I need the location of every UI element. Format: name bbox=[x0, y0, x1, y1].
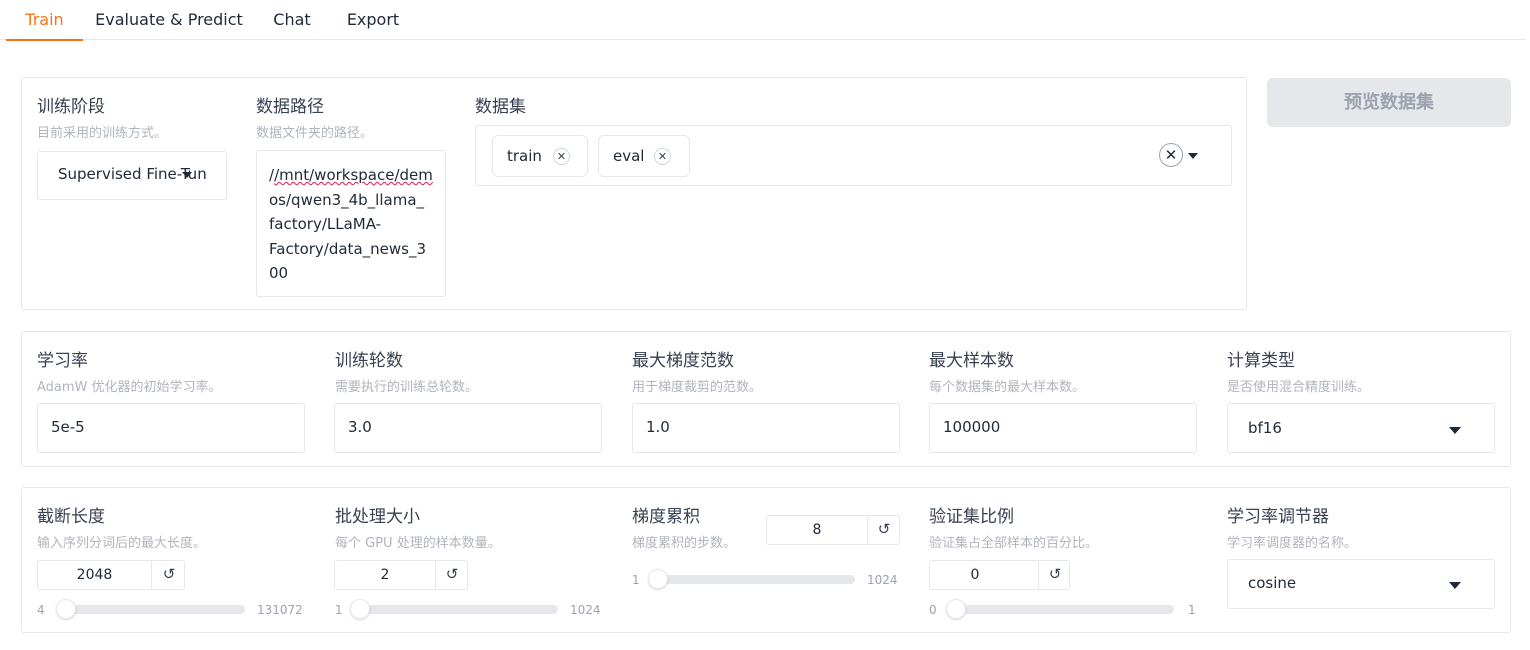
learning-rate-value: 5e-5 bbox=[51, 418, 85, 436]
tab-train[interactable]: Train bbox=[6, 0, 83, 41]
close-icon[interactable]: ✕ bbox=[553, 148, 570, 165]
val-size-min: 0 bbox=[929, 603, 937, 617]
training-params-panel: 学习率 AdamW 优化器的初始学习率。 5e-5 训练轮数 需要执行的训练总轮… bbox=[21, 331, 1511, 467]
cutoff-len-min: 4 bbox=[37, 603, 45, 617]
reset-icon[interactable]: ↺ bbox=[154, 565, 184, 583]
chevron-down-icon bbox=[1449, 427, 1461, 434]
cutoff-len-slider[interactable] bbox=[55, 599, 245, 619]
data-path-label: 数据路径 bbox=[256, 97, 324, 117]
epochs-input[interactable]: 3.0 bbox=[334, 403, 602, 453]
data-path-value: //mnt/workspace/dem os/qwen3_4b_llama_ f… bbox=[269, 163, 437, 286]
lr-scheduler-select[interactable]: cosine bbox=[1227, 559, 1495, 609]
lr-scheduler-label: 学习率调节器 bbox=[1227, 507, 1329, 527]
data-path-line-1: os/qwen3_4b_llama_ bbox=[269, 190, 425, 209]
tab-chat[interactable]: Chat bbox=[262, 0, 322, 40]
grad-accum-min: 1 bbox=[632, 573, 640, 587]
grad-accum-max: 1024 bbox=[867, 573, 898, 587]
tab-evaluate-predict[interactable]: Evaluate & Predict bbox=[92, 0, 246, 40]
max-samples-label: 最大样本数 bbox=[929, 351, 1014, 371]
compute-type-value: bf16 bbox=[1248, 419, 1282, 437]
lr-scheduler-info: 学习率调度器的名称。 bbox=[1227, 536, 1358, 551]
clear-all-icon[interactable]: ✕ bbox=[1159, 143, 1183, 167]
val-size-value: 0 bbox=[970, 567, 980, 583]
batch-size-slider[interactable] bbox=[350, 599, 558, 619]
divider bbox=[435, 561, 436, 589]
cutoff-len-info: 输入序列分词后的最大长度。 bbox=[37, 536, 207, 551]
dataset-chip-eval: eval ✕ bbox=[598, 135, 690, 177]
dataset-multiselect[interactable]: train ✕ eval ✕ ✕ bbox=[475, 125, 1232, 186]
epochs-info: 需要执行的训练总轮数。 bbox=[335, 380, 479, 395]
grad-accum-slider[interactable] bbox=[648, 569, 855, 589]
lr-scheduler-value: cosine bbox=[1248, 574, 1297, 592]
chevron-down-icon bbox=[1449, 582, 1461, 589]
cutoff-len-number[interactable]: 2048 ↺ bbox=[37, 560, 185, 590]
val-size-info: 验证集占全部样本的百分比。 bbox=[929, 536, 1099, 551]
batch-size-max: 1024 bbox=[570, 603, 601, 617]
batch-size-value: 2 bbox=[380, 567, 390, 583]
epochs-value: 3.0 bbox=[348, 418, 372, 436]
divider bbox=[151, 561, 152, 589]
tab-bar: Train Evaluate & Predict Chat Export bbox=[0, 0, 1526, 41]
data-path-line-4: 00 bbox=[269, 264, 289, 282]
grad-accum-slider-knob[interactable] bbox=[648, 569, 668, 589]
max-samples-info: 每个数据集的最大样本数。 bbox=[929, 380, 1086, 395]
max-grad-norm-info: 用于梯度裁剪的范数。 bbox=[632, 380, 763, 395]
reset-icon[interactable]: ↺ bbox=[437, 565, 467, 583]
compute-type-select[interactable]: bf16 bbox=[1227, 403, 1495, 453]
max-grad-norm-input[interactable]: 1.0 bbox=[632, 403, 900, 453]
reset-icon[interactable]: ↺ bbox=[869, 520, 899, 538]
dataset-chip-train: train ✕ bbox=[492, 135, 588, 177]
reset-icon[interactable]: ↺ bbox=[1040, 565, 1070, 583]
learning-rate-info: AdamW 优化器的初始学习率。 bbox=[37, 380, 222, 395]
data-path-line-3: Factory/data_news_3 bbox=[269, 239, 426, 258]
val-size-slider-knob[interactable] bbox=[946, 599, 966, 619]
batch-size-slider-knob[interactable] bbox=[350, 599, 370, 619]
chevron-down-icon[interactable] bbox=[1188, 153, 1198, 159]
max-samples-value: 100000 bbox=[943, 418, 1001, 436]
val-size-max: 1 bbox=[1188, 603, 1196, 617]
data-config-panel: 训练阶段 目前采用的训练方式。 Supervised Fine-Tuning 数… bbox=[21, 77, 1247, 310]
cutoff-len-label: 截断长度 bbox=[37, 507, 105, 527]
close-icon[interactable]: ✕ bbox=[654, 148, 671, 165]
val-size-slider[interactable] bbox=[946, 599, 1174, 619]
batch-params-panel: 截断长度 输入序列分词后的最大长度。 2048 ↺ 4 131072 批处理大小… bbox=[21, 487, 1511, 633]
batch-size-label: 批处理大小 bbox=[335, 507, 420, 527]
batch-size-min: 1 bbox=[335, 603, 343, 617]
cutoff-len-value: 2048 bbox=[76, 567, 113, 583]
tab-export[interactable]: Export bbox=[338, 0, 408, 40]
grad-accum-value: 8 bbox=[812, 522, 822, 538]
stage-select[interactable]: Supervised Fine-Tuning bbox=[37, 151, 227, 200]
max-grad-norm-label: 最大梯度范数 bbox=[632, 351, 734, 371]
grad-accum-number[interactable]: 8 ↺ bbox=[766, 515, 900, 545]
data-path-line-2: factory/LLaMA- bbox=[269, 215, 382, 233]
data-path-info: 数据文件夹的路径。 bbox=[256, 126, 374, 141]
data-path-line-0: /mnt/workspace/dem bbox=[274, 166, 433, 184]
dataset-chip-label: train bbox=[507, 147, 542, 165]
grad-accum-label: 梯度累积 bbox=[632, 507, 700, 527]
compute-type-info: 是否使用混合精度训练。 bbox=[1227, 380, 1371, 395]
cutoff-len-slider-knob[interactable] bbox=[55, 599, 76, 619]
val-size-label: 验证集比例 bbox=[929, 507, 1014, 527]
learning-rate-input[interactable]: 5e-5 bbox=[37, 403, 305, 453]
data-path-textarea[interactable]: //mnt/workspace/dem os/qwen3_4b_llama_ f… bbox=[256, 150, 446, 297]
compute-type-label: 计算类型 bbox=[1227, 351, 1295, 371]
grad-accum-info: 梯度累积的步数。 bbox=[632, 536, 737, 551]
epochs-label: 训练轮数 bbox=[335, 351, 403, 371]
stage-info: 目前采用的训练方式。 bbox=[37, 126, 168, 141]
stage-label: 训练阶段 bbox=[37, 97, 105, 117]
batch-size-info: 每个 GPU 处理的样本数量。 bbox=[335, 536, 501, 551]
cutoff-len-max: 131072 bbox=[257, 603, 303, 617]
preview-dataset-button[interactable]: 预览数据集 bbox=[1267, 78, 1511, 127]
max-samples-input[interactable]: 100000 bbox=[929, 403, 1197, 453]
divider bbox=[867, 516, 868, 544]
val-size-number[interactable]: 0 ↺ bbox=[929, 560, 1070, 590]
divider bbox=[1038, 561, 1039, 589]
chevron-down-icon bbox=[182, 172, 192, 178]
batch-size-number[interactable]: 2 ↺ bbox=[334, 560, 468, 590]
learning-rate-label: 学习率 bbox=[37, 351, 88, 371]
dataset-chip-label: eval bbox=[613, 147, 645, 165]
dataset-label: 数据集 bbox=[475, 97, 526, 117]
max-grad-norm-value: 1.0 bbox=[646, 418, 670, 436]
